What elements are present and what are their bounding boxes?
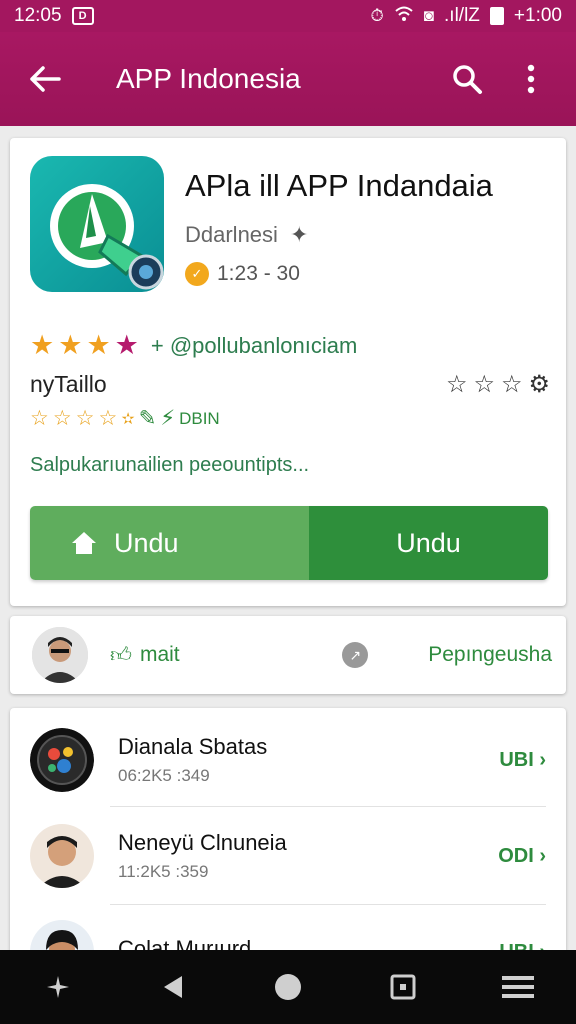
divider xyxy=(110,806,546,807)
share-icon[interactable]: ↗ xyxy=(342,642,369,668)
app-name: APla ill APP Indandaia xyxy=(185,168,493,203)
list-item-action[interactable]: ODI › xyxy=(498,845,546,868)
list-item-subtitle: 11:2K5 :359 xyxy=(118,862,209,881)
download-button[interactable]: Undu xyxy=(309,506,548,580)
lightning-icon: ⚡ xyxy=(160,407,176,430)
camera-icon: ◙ xyxy=(423,6,435,25)
developer-label: Ddarlnesi xyxy=(185,222,278,247)
star-outline-icon[interactable]: ☆ xyxy=(446,370,468,399)
nav-recents-icon xyxy=(390,974,416,1000)
avatar xyxy=(30,824,94,888)
list-item-title: Dianala Sbatas xyxy=(118,734,268,759)
app-logo-icon xyxy=(30,156,164,292)
small-rating-row: ☆ ☆ ☆ ☆ ✫ ✎ ⚡ DBIN xyxy=(30,406,220,431)
sparkle-icon xyxy=(46,976,69,998)
version-info: ✓ 1:23 - 30 xyxy=(185,262,300,286)
verified-badge-icon: ✦ xyxy=(289,222,309,247)
mail-label: mait xyxy=(139,643,180,666)
list-item-title: Neneyü Clnuneia xyxy=(118,830,287,855)
home-icon xyxy=(72,532,96,554)
app-bar: APP Indonesia xyxy=(0,32,576,126)
rate-stars[interactable]: ☆ ☆ ☆ ⚙ xyxy=(446,370,550,399)
status-right-text: +1:00 xyxy=(513,5,562,26)
star-icon: ★ xyxy=(58,330,83,360)
status-time: 12:05 xyxy=(14,5,62,26)
description[interactable]: Salpukarıunailien peeountipts... xyxy=(30,454,309,477)
half-star-icon: ✫ xyxy=(121,410,135,428)
list-item[interactable]: Dianala Sbatas 06:2K5 :349 UBI › xyxy=(10,712,566,808)
star-outline-icon: ☆ xyxy=(98,407,118,430)
list-item-text: Neneyü Clnuneia 11:2K5 :359 xyxy=(118,830,498,882)
nav-assistant-button[interactable] xyxy=(26,957,90,1017)
alarm-icon: ⏱ xyxy=(370,6,384,25)
small-rating-text: DBIN xyxy=(179,408,220,428)
page-title: APP Indonesia xyxy=(116,63,301,94)
back-arrow-icon xyxy=(30,66,61,92)
nav-back-icon xyxy=(163,976,182,998)
signal-icon: .ıl/lZ xyxy=(444,5,480,26)
avatar xyxy=(30,728,94,792)
thumbs-up-icon: 👍︎ xyxy=(110,644,132,667)
download-button-label: Undu xyxy=(396,527,461,558)
edit-icon: ✎ xyxy=(138,407,157,430)
back-button[interactable] xyxy=(18,52,72,106)
battery-icon xyxy=(489,7,504,25)
star-icon: ★ xyxy=(114,330,139,360)
nav-menu-button[interactable] xyxy=(486,957,550,1017)
download-buttons: Undu Undu xyxy=(30,506,548,580)
status-bar: 12:05 D ⏱ ◙ .ıl/lZ +1:00 xyxy=(0,0,576,32)
nav-back-button[interactable] xyxy=(141,957,205,1017)
install-button-label: Undu xyxy=(114,527,179,558)
coin-icon: ✓ xyxy=(185,262,209,286)
install-row: nyTaillo ☆ ☆ ☆ ⚙ xyxy=(30,370,550,399)
search-icon xyxy=(453,65,482,94)
author-card: 👍︎ mait ↗ Pepıngeusha xyxy=(10,616,566,694)
more-vert-icon xyxy=(527,64,535,94)
rating-row: ★ ★ ★ ★ + @polluban⁠lonıciam xyxy=(30,332,357,359)
search-button[interactable] xyxy=(440,52,494,106)
list-item[interactable]: Neneyü Clnuneia 11:2K5 :359 ODI › xyxy=(10,808,566,904)
star-icon: ★ xyxy=(30,330,55,360)
install-button[interactable]: Undu xyxy=(30,506,309,580)
nav-home-button[interactable] xyxy=(256,957,320,1017)
list-item-action[interactable]: UBI › xyxy=(499,749,546,772)
avatar[interactable] xyxy=(32,627,88,683)
nav-recents-button[interactable] xyxy=(371,957,435,1017)
mail-link[interactable]: 👍︎ mait xyxy=(110,642,180,668)
nav-menu-icon xyxy=(502,976,535,998)
star-outline-icon[interactable]: ☆ xyxy=(501,370,523,399)
nav-home-icon xyxy=(274,974,301,1000)
developer-name[interactable]: Ddarlnesi ✦ xyxy=(185,222,308,248)
star-outline-icon: ☆ xyxy=(52,407,72,430)
settings-icon[interactable]: ⚙ xyxy=(528,370,550,399)
star-icon: ★ xyxy=(86,330,111,360)
install-label: nyTaillo xyxy=(30,371,107,397)
app-detail-card: APla ill APP Indandaia Ddarlnesi ✦ ✓ 1:2… xyxy=(10,138,566,606)
more-options-button[interactable] xyxy=(504,52,558,106)
star-outline-icon[interactable]: ☆ xyxy=(473,370,495,399)
version-label: 1:23 - 30 xyxy=(217,262,300,285)
wifi-icon xyxy=(394,5,414,28)
developer-link[interactable]: Pepıngeusha xyxy=(428,643,552,667)
list-item-subtitle: 06:2K5 :349 xyxy=(118,766,210,785)
star-outline-icon: ☆ xyxy=(30,407,49,430)
rating-handle[interactable]: + @polluban⁠lonıciam xyxy=(151,333,357,359)
star-outline-icon: ☆ xyxy=(75,407,95,430)
list-item-text: Dianala Sbatas 06:2K5 :349 xyxy=(118,734,499,786)
notification-badge-icon: D xyxy=(71,7,94,25)
system-nav-bar xyxy=(0,950,576,1024)
